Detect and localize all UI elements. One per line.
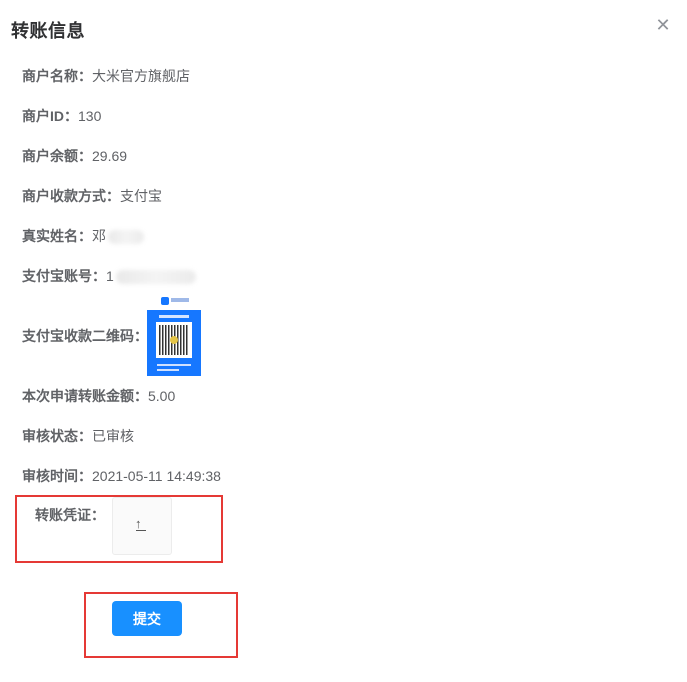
- review-time-value: 2021-05-11 14:49:38: [92, 468, 221, 484]
- redacted-blur: [108, 230, 144, 245]
- alipay-qr-image[interactable]: [147, 292, 201, 376]
- review-time-row: 审核时间：2021-05-11 14:49:38: [22, 466, 221, 486]
- alipay-account-label: 支付宝账号：: [22, 268, 106, 284]
- review-status-row: 审核状态：已审核: [22, 426, 134, 446]
- submit-button[interactable]: 提交: [112, 601, 182, 636]
- balance-label: 商户余额：: [22, 148, 92, 164]
- real-name-label: 真实姓名：: [22, 228, 92, 244]
- merchant-name-value: 大米官方旗舰店: [92, 68, 190, 84]
- apply-amount-label: 本次申请转账金额：: [22, 388, 148, 404]
- payment-method-value: 支付宝: [120, 188, 162, 204]
- alipay-qr-row: 支付宝收款二维码：: [22, 326, 148, 346]
- alipay-logo: [147, 292, 201, 310]
- payment-method-row: 商户收款方式：支付宝: [22, 186, 162, 206]
- payment-method-label: 商户收款方式：: [22, 188, 120, 204]
- alipay-account-value: 1: [106, 268, 114, 284]
- review-status-label: 审核状态：: [22, 428, 92, 444]
- merchant-id-label: 商户ID：: [22, 108, 78, 124]
- real-name-row: 真实姓名：邓: [22, 226, 144, 246]
- apply-amount-value: 5.00: [148, 388, 176, 404]
- upload-icon: ↑: [135, 516, 142, 531]
- qr-code-icon: [156, 322, 192, 358]
- voucher-label: 转账凭证：: [35, 507, 105, 523]
- real-name-value: 邓: [92, 228, 106, 244]
- alipay-account-row: 支付宝账号：1: [22, 266, 196, 286]
- voucher-upload-button[interactable]: ↑: [112, 497, 172, 555]
- apply-amount-row: 本次申请转账金额：5.00: [22, 386, 175, 406]
- merchant-name-label: 商户名称：: [22, 68, 92, 84]
- dialog-title: 转账信息: [11, 21, 85, 41]
- qr-card: [147, 310, 201, 376]
- merchant-id-value: 130: [78, 108, 102, 124]
- balance-row: 商户余额：29.69: [22, 146, 127, 166]
- review-time-label: 审核时间：: [22, 468, 92, 484]
- review-status-value: 已审核: [92, 428, 134, 444]
- merchant-id-row: 商户ID：130: [22, 106, 101, 126]
- balance-value: 29.69: [92, 148, 128, 164]
- close-icon[interactable]: ✕: [654, 16, 672, 34]
- redacted-blur: [115, 270, 196, 285]
- merchant-name-row: 商户名称：大米官方旗舰店: [22, 66, 190, 86]
- alipay-qr-label: 支付宝收款二维码：: [22, 328, 148, 344]
